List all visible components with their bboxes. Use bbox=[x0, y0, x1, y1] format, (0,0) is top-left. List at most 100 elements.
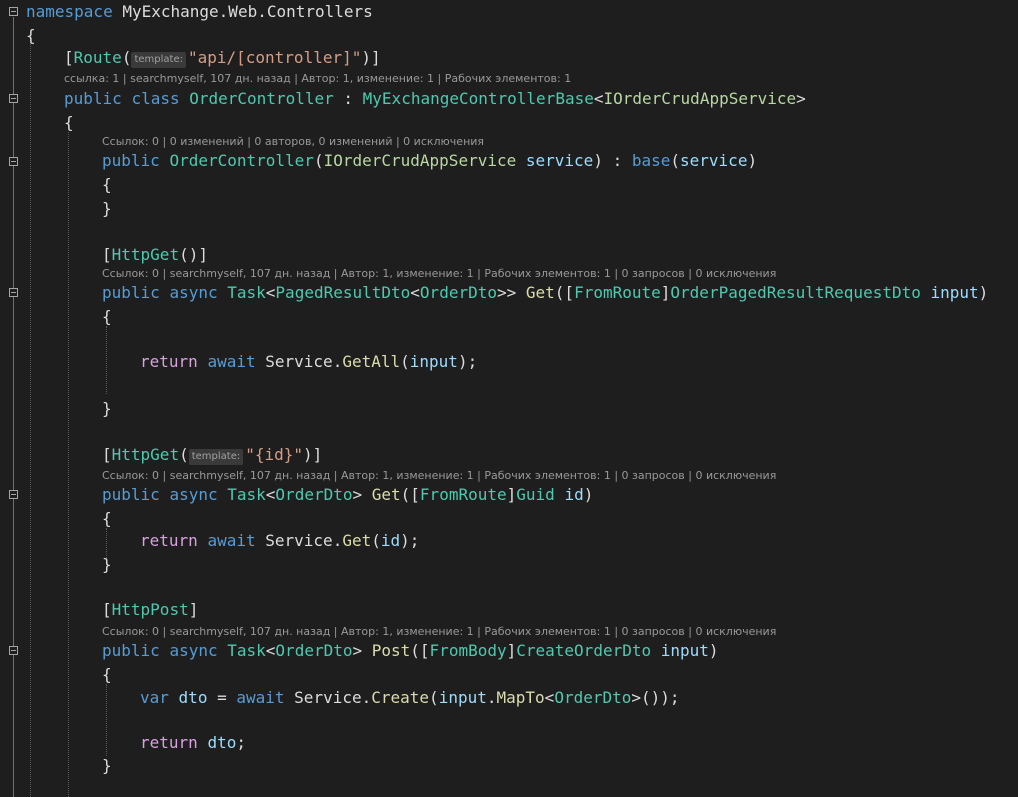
type-name: OrderPagedResultRequestDto bbox=[670, 283, 921, 302]
method-name: Get bbox=[371, 485, 401, 504]
outline-line bbox=[13, 17, 14, 797]
collapse-getall-icon[interactable] bbox=[9, 288, 18, 297]
attribute: FromRoute bbox=[419, 485, 507, 504]
attribute: FromBody bbox=[429, 641, 507, 660]
attribute: HttpPost bbox=[111, 600, 189, 619]
type-name: OrderDto bbox=[275, 641, 353, 660]
collapse-namespace-icon[interactable] bbox=[9, 7, 18, 16]
type-name: OrderDto bbox=[419, 283, 497, 302]
code-line[interactable]: } bbox=[102, 197, 112, 221]
type-name: Guid bbox=[516, 485, 555, 504]
parameter: service bbox=[680, 151, 748, 170]
code-line[interactable]: { bbox=[102, 663, 112, 687]
parameter: id bbox=[564, 485, 584, 504]
collapse-ctor-icon[interactable] bbox=[9, 157, 18, 166]
type-name: Task bbox=[227, 641, 266, 660]
parameter: input bbox=[409, 352, 458, 371]
attribute: HttpGet bbox=[111, 445, 180, 464]
property: Service bbox=[265, 531, 333, 550]
codelens[interactable]: Ссылок: 0 | searchmyself, 107 дн. назад … bbox=[102, 625, 776, 639]
indent-guide bbox=[68, 132, 69, 797]
method-name: Create bbox=[371, 688, 430, 707]
parameter: service bbox=[525, 151, 594, 170]
method-name: Post bbox=[371, 641, 411, 660]
brace: } bbox=[102, 756, 112, 775]
attribute: Route bbox=[73, 48, 122, 67]
interface-name: IOrderCrudAppService bbox=[603, 89, 797, 108]
code-line[interactable]: public async Task<OrderDto> Post([FromBo… bbox=[102, 639, 719, 663]
code-line[interactable]: { bbox=[26, 24, 36, 48]
collapse-post-icon[interactable] bbox=[9, 646, 18, 655]
code-line[interactable]: public async Task<PagedResultDto<OrderDt… bbox=[102, 281, 988, 305]
code-line[interactable]: return dto; bbox=[140, 731, 246, 755]
interface-name: IOrderCrudAppService bbox=[323, 151, 517, 170]
class-name: OrderController bbox=[189, 89, 334, 108]
brace: { bbox=[102, 175, 112, 194]
keyword: await bbox=[236, 688, 285, 707]
method-name: Get bbox=[342, 531, 372, 550]
type-name: CreateOrderDto bbox=[516, 641, 652, 660]
code-line[interactable]: return await Service.GetAll(input); bbox=[140, 350, 477, 374]
keyword: return bbox=[140, 733, 198, 752]
code-line[interactable]: public async Task<OrderDto> Get([FromRou… bbox=[102, 483, 593, 507]
keyword: var bbox=[140, 688, 169, 707]
string-literal: "{id}" bbox=[245, 445, 304, 464]
method-name: MapTo bbox=[496, 688, 545, 707]
type-name: OrderDto bbox=[554, 688, 632, 707]
keyword: public bbox=[102, 151, 160, 170]
type-name: Task bbox=[227, 485, 266, 504]
code-line[interactable]: [HttpGet()] bbox=[102, 243, 208, 267]
attribute: HttpGet bbox=[111, 245, 180, 264]
code-line[interactable]: var dto = await Service.Create(input.Map… bbox=[140, 686, 680, 710]
code-line[interactable]: } bbox=[102, 553, 112, 577]
codelens[interactable]: Ссылок: 0 | 0 изменений | 0 авторов, 0 и… bbox=[102, 135, 484, 149]
keyword: public bbox=[64, 89, 122, 108]
code-line[interactable]: { bbox=[102, 305, 112, 329]
codelens[interactable]: Ссылок: 0 | searchmyself, 107 дн. назад … bbox=[102, 267, 776, 281]
keyword: await bbox=[207, 531, 256, 550]
code-line[interactable]: } bbox=[102, 754, 112, 778]
method-name: Get bbox=[525, 283, 555, 302]
collapse-getbyid-icon[interactable] bbox=[9, 490, 18, 499]
indent-guide bbox=[106, 326, 107, 394]
code-line[interactable]: { bbox=[102, 173, 112, 197]
type-name: OrderDto bbox=[275, 485, 353, 504]
keyword: await bbox=[207, 352, 256, 371]
parameter: input bbox=[660, 641, 709, 660]
keyword: public bbox=[102, 283, 160, 302]
parameter-hint: template: bbox=[188, 449, 244, 465]
brace: { bbox=[64, 113, 74, 132]
keyword: class bbox=[131, 89, 180, 108]
type-name: MyExchangeControllerBase bbox=[362, 89, 594, 108]
code-line[interactable]: [HttpGet(template: "{id}")] bbox=[102, 443, 322, 467]
type-name: Task bbox=[227, 283, 266, 302]
keyword: return bbox=[140, 352, 198, 371]
parameter: id bbox=[380, 531, 401, 550]
keyword: base bbox=[631, 151, 671, 170]
code-line[interactable]: [HttpPost] bbox=[102, 598, 198, 622]
indent-guide bbox=[30, 38, 31, 797]
keyword: public bbox=[102, 485, 160, 504]
code-line[interactable]: { bbox=[102, 507, 112, 531]
code-editor[interactable]: namespace MyExchange.Web.Controllers { [… bbox=[0, 0, 1018, 797]
class-name: OrderController bbox=[169, 151, 314, 170]
collapse-class-icon[interactable] bbox=[9, 94, 18, 103]
keyword: async bbox=[169, 485, 218, 504]
brace: { bbox=[102, 307, 112, 326]
code-line[interactable]: public OrderController(IOrderCrudAppServ… bbox=[102, 149, 757, 173]
keyword: return bbox=[140, 531, 198, 550]
code-line[interactable]: public class OrderController : MyExchang… bbox=[64, 87, 806, 111]
code-line[interactable]: } bbox=[102, 397, 112, 421]
code-line[interactable]: [Route(template: "api/[controller]")] bbox=[64, 46, 381, 70]
codelens[interactable]: ссылка: 1 | searchmyself, 107 дн. назад … bbox=[64, 72, 571, 86]
code-line[interactable]: return await Service.Get(id); bbox=[140, 529, 419, 553]
codelens[interactable]: Ссылок: 0 | searchmyself, 107 дн. назад … bbox=[102, 469, 776, 483]
brace: } bbox=[102, 555, 112, 574]
keyword: public bbox=[102, 641, 160, 660]
property: Service bbox=[265, 352, 333, 371]
indent-guide bbox=[106, 684, 107, 756]
code-line[interactable]: { bbox=[64, 111, 74, 135]
brace: } bbox=[102, 399, 112, 418]
method-name: GetAll bbox=[342, 352, 401, 371]
code-line[interactable]: namespace MyExchange.Web.Controllers bbox=[26, 0, 373, 24]
